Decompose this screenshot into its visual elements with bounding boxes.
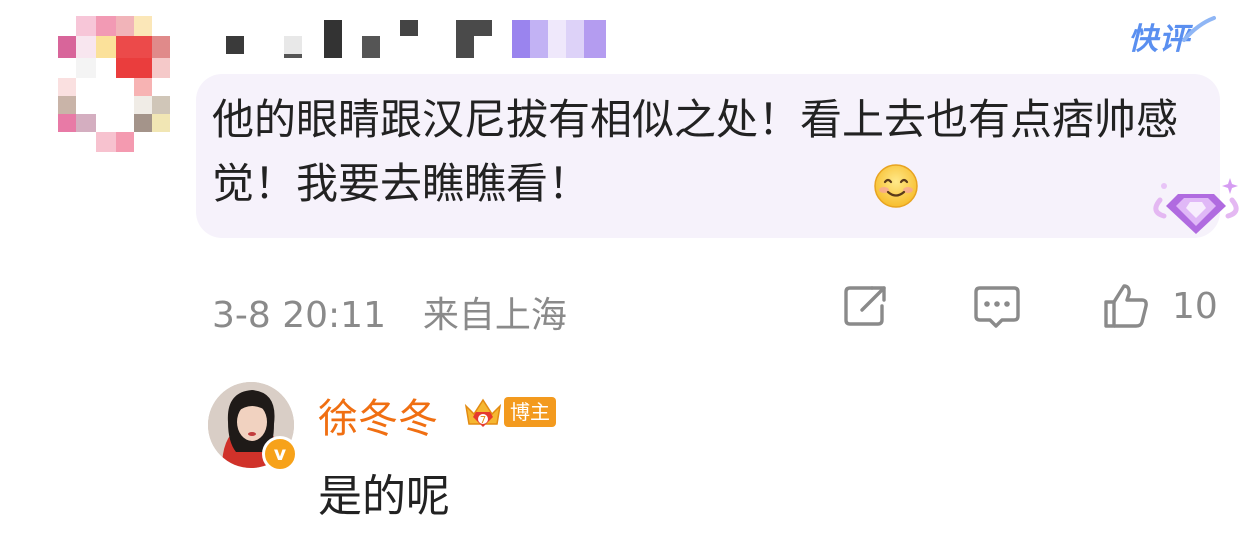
crown-level-icon: 7 — [464, 398, 502, 427]
thumbs-up-icon[interactable] — [1102, 282, 1150, 330]
svg-text:7: 7 — [480, 415, 486, 426]
blogger-badge: 7 博主 — [460, 392, 560, 432]
commenter-avatar-blurred[interactable] — [58, 16, 170, 152]
like-count: 10 — [1172, 286, 1218, 327]
commenter-name-blurred[interactable] — [226, 18, 616, 60]
comment-body: 他的眼睛跟汉尼拔有相似之处！看上去也有点痞帅感觉！我要去瞧瞧看！ — [212, 95, 1179, 208]
share-icon[interactable] — [842, 284, 890, 328]
verified-badge-icon: v — [262, 436, 298, 472]
comment-text: 他的眼睛跟汉尼拔有相似之处！看上去也有点痞帅感觉！我要去瞧瞧看！ — [212, 88, 1192, 216]
smile-emoji-icon — [874, 164, 918, 208]
comment-meta: 3-8 20:11 来自上海 — [212, 286, 567, 338]
comment-timestamp: 3-8 20:11 — [212, 295, 386, 336]
comment-location: 来自上海 — [422, 295, 567, 336]
quick-review-swoosh-icon — [1182, 16, 1216, 42]
blogger-label: 博主 — [504, 397, 556, 427]
reply-author-name[interactable]: 徐冬冬 — [318, 386, 438, 444]
reply-text: 是的呢 — [318, 471, 450, 522]
comment-icon[interactable] — [972, 284, 1022, 330]
gem-badge-icon — [1153, 178, 1239, 234]
